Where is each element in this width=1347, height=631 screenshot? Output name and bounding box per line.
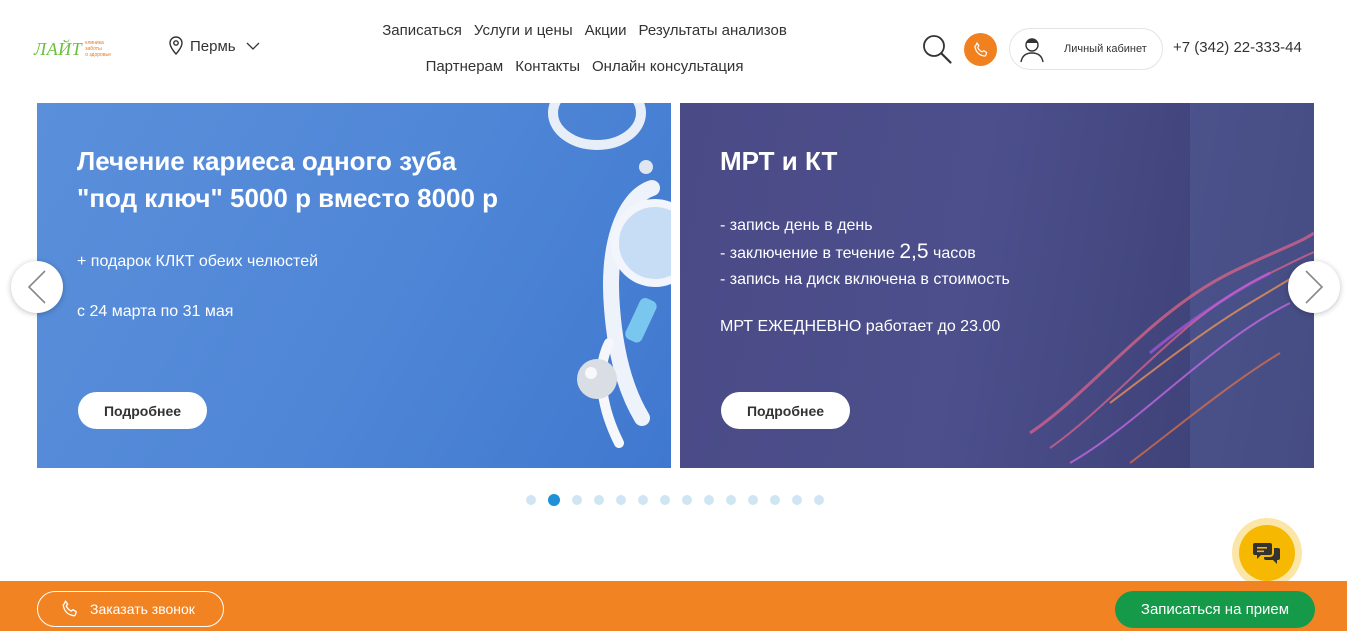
nav-item-online[interactable]: Онлайн консультация (592, 56, 743, 78)
slide-hours-text: МРТ ЕЖЕДНЕВНО работает до 23.00 (720, 318, 1001, 335)
city-name: Пермь (190, 37, 236, 55)
carousel-dot[interactable] (638, 495, 648, 505)
mri-illustration (1029, 103, 1314, 468)
chat-button[interactable] (1232, 518, 1302, 588)
slide-feature-list: - запись день в день - заключение в тече… (720, 213, 1010, 293)
carousel-next-button[interactable] (1288, 261, 1340, 313)
logo-sub-line: о здоровье (85, 52, 111, 58)
main-nav: Записаться Услуги и цены Акции Результат… (332, 20, 837, 78)
slide-title-line: "под ключ" 5000 р вместо 8000 р (77, 183, 499, 213)
carousel-dot[interactable] (704, 495, 714, 505)
chevron-left-icon (27, 270, 46, 304)
book-appointment-button[interactable]: Записаться на прием (1115, 591, 1315, 628)
slide-dates-text: с 24 марта по 31 мая (77, 303, 234, 320)
slide-gift-text: + подарок КЛКТ обеих челюстей (77, 253, 319, 270)
carousel-dot[interactable] (682, 495, 692, 505)
slide-feature-text: - заключение в течение (720, 245, 900, 262)
site-header: ЛАЙТ клиника заботы о здоровье Пермь Зап… (0, 0, 1347, 100)
carousel-dot[interactable] (792, 495, 802, 505)
carousel-dot[interactable] (616, 495, 626, 505)
slide-title: Лечение кариеса одного зуба "под ключ" 5… (77, 143, 498, 217)
nav-item-contacts[interactable]: Контакты (515, 56, 580, 78)
carousel-prev-button[interactable] (11, 261, 63, 313)
callback-button[interactable]: Заказать звонок (37, 591, 224, 627)
carousel-dot[interactable] (748, 495, 758, 505)
search-icon (923, 35, 952, 64)
bottom-bar: Заказать звонок Записаться на прием (0, 581, 1347, 631)
dental-illustration (548, 103, 671, 448)
nav-item-results[interactable]: Результаты анализов (639, 20, 787, 42)
carousel-pagination (526, 494, 836, 506)
slide-feature: - запись на диск включена в стоимость (720, 271, 1010, 288)
phone-icon (973, 41, 987, 57)
logo-word: ЛАЙТ (34, 38, 83, 59)
promo-slide-caries[interactable]: Лечение кариеса одного зуба "под ключ" 5… (37, 103, 671, 468)
carousel-dot[interactable] (548, 494, 560, 506)
account-button[interactable]: Личный кабинет (1009, 28, 1163, 70)
logo[interactable]: ЛАЙТ клиника заботы о здоровье (34, 34, 134, 64)
slide-feature: - запись день в день (720, 217, 873, 234)
chevron-down-icon (246, 42, 260, 50)
logo-subtitle: клиника заботы о здоровье (85, 40, 111, 58)
more-button[interactable]: Подробнее (78, 392, 207, 429)
nav-item-partners[interactable]: Партнерам (426, 56, 504, 78)
slide-title: МРТ и КТ (720, 146, 838, 176)
slide-feature-number: 2,5 (899, 240, 929, 263)
nav-item-promotions[interactable]: Акции (585, 20, 627, 42)
carousel-dot[interactable] (814, 495, 824, 505)
carousel-dot[interactable] (594, 495, 604, 505)
carousel-dot[interactable] (726, 495, 736, 505)
account-label: Личный кабинет (1064, 43, 1147, 55)
promo-slide-mri[interactable]: МРТ и КТ - запись день в день - заключен… (680, 103, 1314, 468)
slide-feature-text: часов (928, 245, 976, 262)
city-selector[interactable]: Пермь (168, 36, 266, 56)
chevron-right-icon (1305, 270, 1324, 304)
more-button[interactable]: Подробнее (721, 392, 850, 429)
chat-icon (1253, 543, 1280, 564)
user-icon (1020, 38, 1044, 63)
carousel-dot[interactable] (770, 495, 780, 505)
avatar (1012, 29, 1052, 69)
phone-icon (62, 600, 77, 617)
nav-item-services[interactable]: Услуги и цены (474, 20, 573, 42)
carousel-dot[interactable] (660, 495, 670, 505)
slide-feature: - заключение в течение 2,5 часов (720, 239, 1010, 267)
header-phone-link[interactable]: +7 (342) 22-333-44 (1173, 39, 1302, 56)
nav-item-book[interactable]: Записаться (382, 20, 462, 42)
chat-button-inner (1239, 525, 1295, 581)
phone-button[interactable] (964, 33, 997, 66)
slide-title-line: Лечение кариеса одного зуба (77, 146, 457, 176)
search-button[interactable] (920, 32, 954, 66)
carousel-dot[interactable] (572, 495, 582, 505)
carousel-dot[interactable] (526, 495, 536, 505)
location-pin-icon (169, 36, 183, 56)
callback-label: Заказать звонок (90, 601, 195, 617)
